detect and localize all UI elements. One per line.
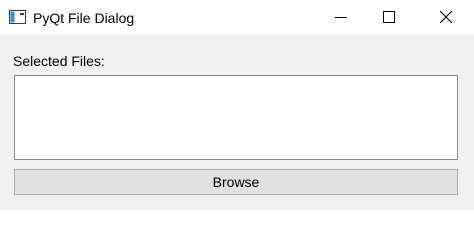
close-icon	[440, 11, 452, 23]
client-area: Selected Files: Browse	[0, 34, 474, 210]
browse-button[interactable]: Browse	[14, 169, 458, 195]
maximize-icon	[383, 11, 395, 23]
window-title: PyQt File Dialog	[33, 10, 135, 26]
maximize-button[interactable]	[366, 0, 412, 34]
window-icon	[9, 10, 26, 24]
selected-files-label: Selected Files:	[13, 53, 105, 69]
title-bar[interactable]: PyQt File Dialog	[0, 0, 474, 34]
minimize-button[interactable]	[318, 0, 364, 34]
close-button[interactable]	[423, 0, 469, 34]
selected-files-list[interactable]	[14, 75, 458, 160]
minimize-icon	[335, 17, 347, 18]
app-window: PyQt File Dialog Selected Files: Browse	[0, 0, 474, 210]
